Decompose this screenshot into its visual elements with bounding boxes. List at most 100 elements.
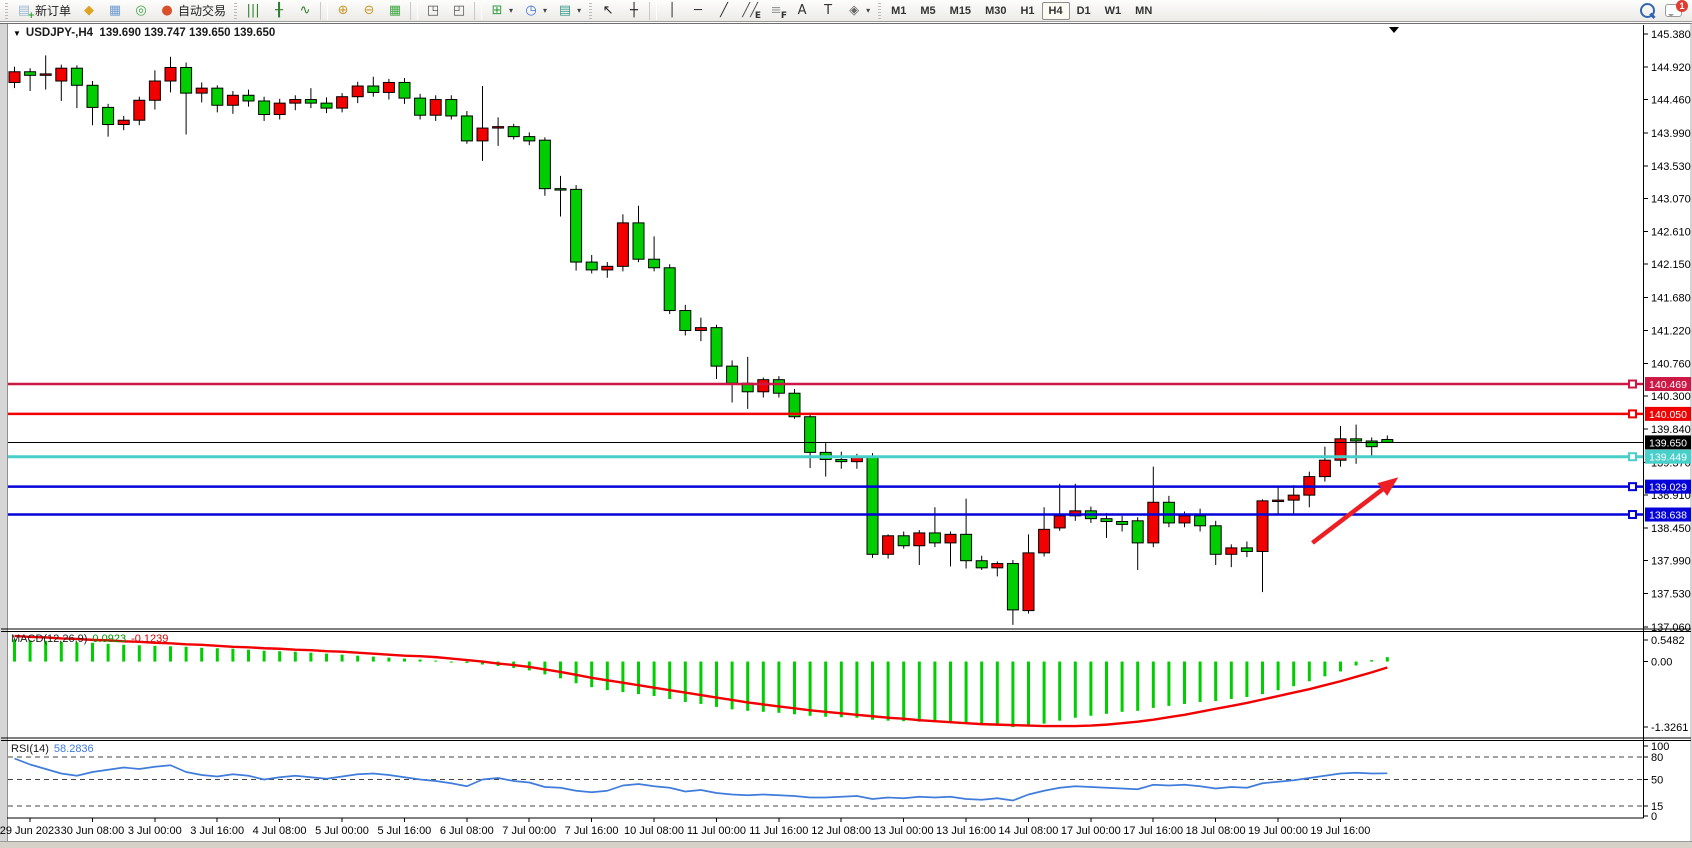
new-order-label: 新订单	[35, 2, 71, 19]
horizontal-line-button[interactable]: ─	[686, 0, 710, 21]
toolbar-grip	[5, 3, 8, 19]
notifications-button[interactable]: 1	[1665, 4, 1682, 17]
toolbar-grip	[878, 3, 881, 19]
tile-windows-icon: ▦	[387, 3, 403, 19]
dropdown-arrow-icon[interactable]: ▾	[577, 6, 581, 15]
timeframe-m5-button[interactable]: M5	[913, 2, 942, 20]
toolbar-grip	[234, 3, 237, 19]
crosshair-icon: ┼	[626, 3, 642, 19]
cursor-icon: ↖	[600, 3, 616, 19]
timeframe-w1-button[interactable]: W1	[1098, 2, 1129, 20]
rsi-indicator-label: RSI(14) 58.2836	[11, 743, 94, 755]
timeframe-m1-button[interactable]: M1	[884, 2, 913, 20]
icon-overlay: F	[781, 12, 787, 21]
svg-text:141.220: 141.220	[1651, 325, 1691, 337]
trendline-button[interactable]: ╱	[712, 0, 736, 21]
text-button[interactable]: A	[790, 0, 814, 21]
ohlc-readout: 139.690 139.747 139.650 139.650	[99, 27, 275, 39]
chart-shift-button[interactable]: ◰	[447, 0, 471, 21]
vertical-line-icon: │	[664, 3, 680, 19]
equidistant-channel-button[interactable]: ╱╱E	[738, 0, 762, 21]
crosshair-button[interactable]: ┼	[622, 0, 646, 21]
svg-text:3 Jul 00:00: 3 Jul 00:00	[128, 825, 182, 837]
chart-window-icon: ▦	[107, 3, 123, 19]
market-watch-button[interactable]: ◆	[77, 0, 101, 21]
candlestick-chart-icon: ╂	[271, 3, 287, 19]
dropdown-arrow-icon[interactable]: ▾	[866, 6, 870, 15]
chart-window-button[interactable]: ▦	[103, 0, 127, 21]
svg-text:144.920: 144.920	[1651, 62, 1691, 74]
svg-text:11 Jul 00:00: 11 Jul 00:00	[687, 825, 746, 837]
trendline-icon: ╱	[716, 3, 732, 19]
bar-chart-button[interactable]: |||	[241, 0, 265, 21]
periods-icon: ◷	[523, 3, 539, 19]
new-order-button[interactable]: ▤+新订单	[12, 0, 75, 21]
bar-chart-icon: |||	[245, 3, 261, 19]
signals-button[interactable]: ◎	[129, 0, 153, 21]
zoom-out-button[interactable]: ⊖	[357, 0, 381, 21]
search-button[interactable]	[1640, 3, 1655, 18]
svg-text:144.460: 144.460	[1651, 95, 1691, 107]
rsi-value: 58.2836	[54, 743, 94, 755]
text-icon: A	[794, 3, 810, 19]
macd-indicator-label: MACD(12,26,9)0.0923-0.1239	[11, 633, 168, 645]
add-indicator-button[interactable]: ⊞▾	[485, 0, 517, 21]
svg-text:139.840: 139.840	[1651, 424, 1691, 436]
fibonacci-button[interactable]: ≡F	[764, 0, 788, 21]
rsi-name: RSI(14)	[11, 743, 49, 755]
svg-text:10 Jul 08:00: 10 Jul 08:00	[624, 825, 684, 837]
cursor-button[interactable]: ↖	[596, 0, 620, 21]
templates-button[interactable]: ▤▾	[553, 0, 585, 21]
svg-text:13 Jul 16:00: 13 Jul 16:00	[936, 825, 996, 837]
svg-text:143.070: 143.070	[1651, 194, 1691, 206]
candlestick-chart-button[interactable]: ╂	[267, 0, 291, 21]
svg-text:0: 0	[1651, 811, 1657, 823]
zoom-in-icon: ⊕	[335, 3, 351, 19]
periods-button[interactable]: ◷▾	[519, 0, 551, 21]
templates-icon: ▤	[557, 3, 573, 19]
svg-text:17 Jul 16:00: 17 Jul 16:00	[1123, 825, 1183, 837]
timeframe-mn-button[interactable]: MN	[1128, 2, 1159, 20]
symbol-dropdown-icon[interactable]: ▼	[13, 29, 21, 38]
timeframe-h4-button[interactable]: H4	[1042, 2, 1070, 20]
svg-text:18 Jul 08:00: 18 Jul 08:00	[1186, 825, 1246, 837]
svg-text:143.530: 143.530	[1651, 161, 1691, 173]
dropdown-arrow-icon[interactable]: ▾	[543, 6, 547, 15]
svg-text:30 Jun 08:00: 30 Jun 08:00	[61, 825, 125, 837]
line-chart-button[interactable]: ∿	[293, 0, 317, 21]
svg-text:14 Jul 08:00: 14 Jul 08:00	[998, 825, 1058, 837]
timeframe-h1-button[interactable]: H1	[1013, 2, 1041, 20]
svg-text:6 Jul 08:00: 6 Jul 08:00	[440, 825, 494, 837]
vertical-line-button[interactable]: │	[660, 0, 684, 21]
svg-text:5 Jul 00:00: 5 Jul 00:00	[315, 825, 369, 837]
window-bottom-strip	[0, 842, 1692, 848]
arrows-object-button[interactable]: ◈▾	[842, 0, 874, 21]
autotrading-icon: ●	[159, 3, 175, 19]
svg-text:19 Jul 00:00: 19 Jul 00:00	[1248, 825, 1308, 837]
window-left-edge	[0, 23, 7, 841]
equidistant-channel-icon: ╱╱E	[742, 3, 758, 19]
svg-text:137.990: 137.990	[1651, 556, 1691, 568]
svg-text:7 Jul 16:00: 7 Jul 16:00	[565, 825, 619, 837]
svg-text:137.060: 137.060	[1651, 622, 1691, 634]
svg-text:145.380: 145.380	[1651, 29, 1691, 41]
timeframe-m15-button[interactable]: M15	[943, 2, 978, 20]
dropdown-arrow-icon[interactable]: ▾	[509, 6, 513, 15]
zoom-out-icon: ⊖	[361, 3, 377, 19]
timeframe-m30-button[interactable]: M30	[978, 2, 1013, 20]
svg-text:142.610: 142.610	[1651, 226, 1691, 238]
svg-text:0.5482: 0.5482	[1651, 635, 1685, 647]
tile-windows-button[interactable]: ▦	[383, 0, 407, 21]
icon-overlay: +	[27, 12, 35, 21]
notification-badge: 1	[1676, 0, 1688, 12]
svg-text:140.300: 140.300	[1651, 391, 1691, 403]
macd-main-value: 0.0923	[92, 633, 126, 645]
svg-text:-1.3261: -1.3261	[1651, 722, 1688, 734]
zoom-in-button[interactable]: ⊕	[331, 0, 355, 21]
svg-text:5 Jul 16:00: 5 Jul 16:00	[377, 825, 431, 837]
icon-overlay: E	[755, 12, 761, 21]
autotrading-button[interactable]: ●自动交易	[155, 0, 230, 21]
auto-scroll-button[interactable]: ◳	[421, 0, 445, 21]
timeframe-d1-button[interactable]: D1	[1070, 2, 1098, 20]
text-label-button[interactable]: T	[816, 0, 840, 21]
